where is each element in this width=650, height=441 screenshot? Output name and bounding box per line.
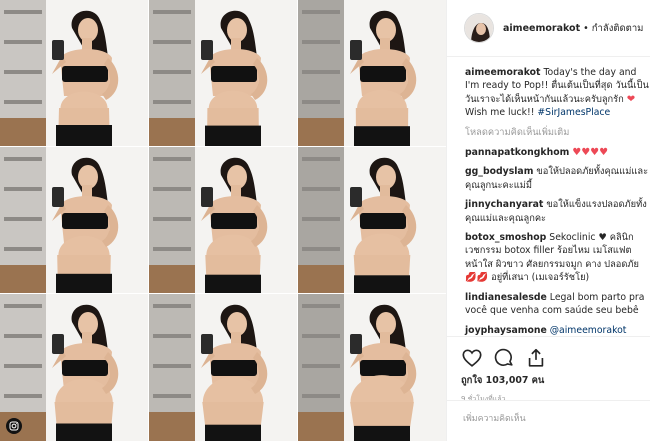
comment-item: gg_bodyslam ขอให้ปลอดภัยทั้งคุณแม่และคุณ… [465,165,649,192]
caption-text-end: Wish me luck!! [465,107,535,119]
collage-photo-tile [149,0,297,147]
comment-username[interactable]: lindianesalesde [465,292,547,303]
collage-photo-tile [0,0,148,147]
comment-item: lindianesalesde Legal bom parto pra você… [465,291,649,318]
post-actions: ถูกใจ 103,007 คน 9 ชั่วโมงที่แล้ว [447,336,650,405]
post-photo[interactable] [0,0,446,441]
hashtag-link[interactable]: #SirJamesPlace [537,107,610,118]
comment-item: pannapatkongkhom ♥♥♥♥ [465,146,649,159]
add-comment-input[interactable]: เพิ่มความคิดเห็น [447,400,650,441]
comment-item: jinnychanyarat ขอให้แข็งแรงปลอดภัยทั้งคุ… [465,198,649,225]
load-more-comments-link[interactable]: โหลดความคิดเห็นเพิ่มเติม [465,126,649,139]
caption: aimeemorakot Today's the day and I'm rea… [465,66,649,120]
comment-icon[interactable] [493,347,515,369]
collage-photo-tile [149,294,297,441]
collage-divider [148,0,149,441]
collage-photo-tile [298,147,446,294]
collage-photo-tile [149,147,297,294]
collage-photo-tile [298,0,446,147]
comment-username[interactable]: pannapatkongkhom [465,147,569,158]
comment-item: joyphaysamone @aimeemorakot [465,324,649,337]
share-icon[interactable] [525,347,547,369]
mention-link[interactable]: @aimeemorakot [550,325,627,336]
collage-divider [0,146,446,147]
comments-list: aimeemorakot Today's the day and I'm rea… [465,66,649,343]
comment-username[interactable]: gg_bodyslam [465,166,533,177]
follow-status-button[interactable]: กำลังติดตาม [592,23,644,34]
red-heart-emoji-icon: ❤ [626,93,636,105]
collage-photo-tile [0,294,148,441]
comment-username[interactable]: jinnychanyarat [465,199,543,210]
heart-icon[interactable] [461,347,483,369]
collage-photo-tile [298,294,446,441]
caption-username[interactable]: aimeemorakot [465,67,540,78]
instagram-icon [6,418,22,434]
post-header: aimeemorakot • กำลังติดตาม [447,0,650,57]
comment-username[interactable]: botox_smoshop [465,232,546,243]
avatar[interactable] [464,13,494,43]
collage-photo-tile [0,147,148,294]
username-link[interactable]: aimeemorakot [503,23,580,34]
comment-text: ♥♥♥♥ [572,147,609,159]
separator-dot: • [583,22,589,34]
likes-count[interactable]: ถูกใจ 103,007 คน [461,373,650,388]
post-side-panel: aimeemorakot • กำลังติดตาม aimeemorakot … [446,0,650,441]
comment-item: botox_smoshop Sekoclinic ♥ คลินิกเวชกรรม… [465,231,649,285]
collage-divider [0,293,446,294]
collage-divider [297,0,298,441]
comment-username[interactable]: joyphaysamone [465,325,547,336]
